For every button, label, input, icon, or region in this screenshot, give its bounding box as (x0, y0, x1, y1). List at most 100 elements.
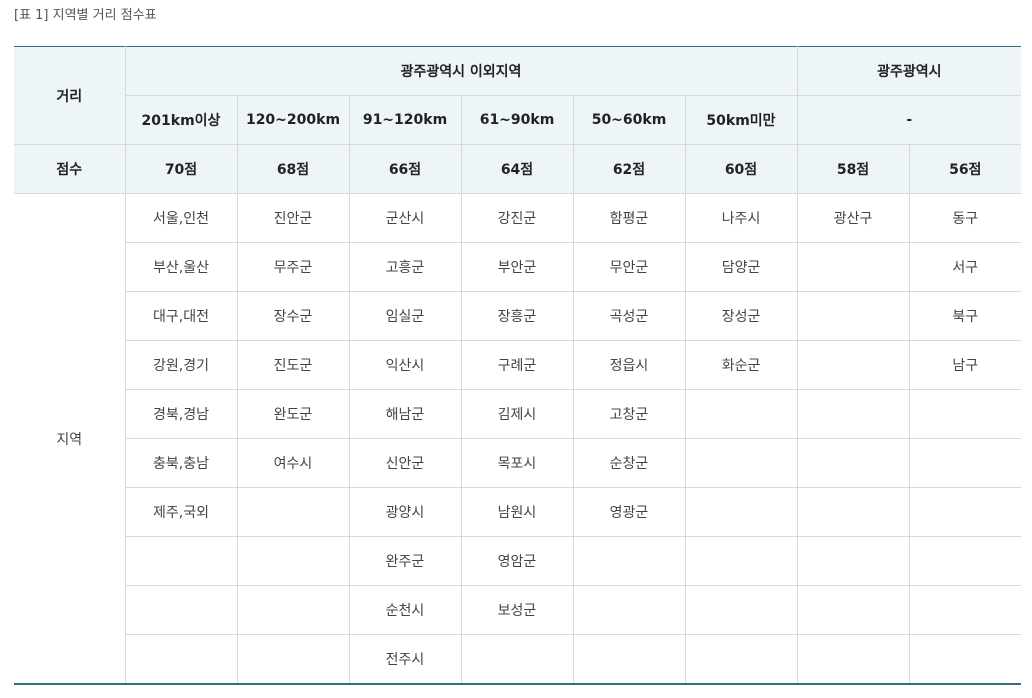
distance-header: 거리 (14, 46, 126, 145)
table-row: 전주시 (14, 634, 1022, 685)
region-cell (460, 634, 574, 685)
region-cell (908, 585, 1022, 635)
region-cell: 강진군 (460, 193, 574, 243)
region-cell: 부산,울산 (125, 242, 238, 292)
table-row: 지역 서울,인천 진안군 군산시 강진군 함평군 나주시 광산구 동구 (14, 193, 1022, 685)
score-cell: 56점 (908, 144, 1022, 194)
region-cell: 해남군 (348, 389, 462, 439)
region-cell: 무주군 (236, 242, 350, 292)
table-caption: [표 1] 지역별 거리 점수표 (14, 8, 157, 23)
score-cell: 70점 (124, 144, 238, 194)
region-cell (796, 291, 910, 341)
region-cell (572, 536, 686, 586)
region-cell: 광양시 (348, 487, 462, 537)
region-cell (125, 634, 238, 685)
region-cell: 신안군 (348, 438, 462, 488)
gwangju-distance-header: - (796, 95, 1022, 145)
region-cell: 대구,대전 (125, 291, 238, 341)
score-header: 점수 (14, 144, 126, 194)
region-cell (796, 389, 910, 439)
table-row: 대구,대전 장수군 임실군 장흥군 곡성군 장성군 북구 (14, 291, 1022, 341)
distance-range-header: 91~120km (348, 95, 462, 145)
score-cell: 64점 (460, 144, 574, 194)
score-cell: 68점 (236, 144, 350, 194)
region-cell (796, 585, 910, 635)
region-cell (796, 634, 910, 685)
header-row-distances: 201km이상 120~200km 91~120km 61~90km 50~60… (14, 95, 1022, 145)
region-cell (908, 438, 1022, 488)
region-cell: 보성군 (460, 585, 574, 635)
region-cell (908, 487, 1022, 537)
score-row: 점수 70점 68점 66점 64점 62점 60점 58점 56점 (14, 144, 1022, 194)
table-row: 제주,국외 광양시 남원시 영광군 (14, 487, 1022, 537)
score-cell: 66점 (348, 144, 462, 194)
score-cell: 60점 (684, 144, 798, 194)
region-cell (908, 536, 1022, 586)
region-cell (572, 634, 686, 685)
table-row: 강원,경기 진도군 익산시 구례군 정읍시 화순군 남구 (14, 340, 1022, 390)
region-cell: 고흥군 (348, 242, 462, 292)
region-cell (236, 634, 350, 685)
distance-range-header: 120~200km (236, 95, 350, 145)
region-cell (684, 487, 798, 537)
region-cell: 곡성군 (572, 291, 686, 341)
region-cell (684, 634, 798, 685)
region-cell: 임실군 (348, 291, 462, 341)
region-cell: 충북,충남 (125, 438, 238, 488)
region-cell (125, 585, 238, 635)
distance-range-header: 61~90km (460, 95, 574, 145)
region-cell: 화순군 (684, 340, 798, 390)
region-cell: 경북,경남 (125, 389, 238, 439)
header-row-groups: 거리 광주광역시 이외지역 광주광역시 (14, 46, 1022, 145)
region-cell (796, 340, 910, 390)
region-cell (684, 438, 798, 488)
region-cell: 함평군 (572, 193, 686, 243)
distance-score-table: 거리 광주광역시 이외지역 광주광역시 201km이상 120~200km 91… (14, 46, 1022, 685)
region-cell (684, 585, 798, 635)
region-cell: 군산시 (348, 193, 462, 243)
region-cell: 진안군 (236, 193, 350, 243)
table-row: 충북,충남 여수시 신안군 목포시 순창군 (14, 438, 1022, 488)
region-cell: 영암군 (460, 536, 574, 586)
region-cell (796, 438, 910, 488)
region-cell: 장흥군 (460, 291, 574, 341)
region-cell (684, 536, 798, 586)
region-cell: 완도군 (236, 389, 350, 439)
region-cell: 부안군 (460, 242, 574, 292)
region-cell (908, 389, 1022, 439)
region-cell (125, 536, 238, 586)
region-cell: 서울,인천 (124, 193, 238, 243)
region-cell: 장성군 (684, 291, 798, 341)
table-row: 부산,울산 무주군 고흥군 부안군 무안군 담양군 서구 (14, 242, 1022, 292)
distance-range-header: 50~60km (572, 95, 686, 145)
region-cell (684, 389, 798, 439)
group-header-gwangju: 광주광역시 (796, 46, 1022, 96)
region-cell: 순창군 (572, 438, 686, 488)
region-cell: 장수군 (236, 291, 350, 341)
region-cell: 김제시 (460, 389, 574, 439)
region-cell: 제주,국외 (125, 487, 238, 537)
region-cell: 고창군 (572, 389, 686, 439)
region-cell: 익산시 (348, 340, 462, 390)
region-cell (796, 536, 910, 586)
region-cell: 남원시 (460, 487, 574, 537)
region-cell: 동구 (908, 193, 1022, 243)
region-cell (796, 487, 910, 537)
distance-range-header: 50km미만 (684, 95, 798, 145)
region-cell (236, 487, 350, 537)
region-cell: 완주군 (348, 536, 462, 586)
region-cell: 전주시 (348, 634, 462, 685)
region-cell (236, 536, 350, 586)
region-cell: 영광군 (572, 487, 686, 537)
region-cell: 정읍시 (572, 340, 686, 390)
region-cell: 강원,경기 (125, 340, 238, 390)
region-cell: 구례군 (460, 340, 574, 390)
region-cell: 서구 (908, 242, 1022, 292)
region-cell: 나주시 (684, 193, 798, 243)
region-cell: 광산구 (796, 193, 910, 243)
region-cell (236, 585, 350, 635)
table-row: 완주군 영암군 (14, 536, 1022, 586)
group-header-outside-gwangju: 광주광역시 이외지역 (124, 46, 798, 96)
region-header: 지역 (14, 193, 126, 685)
region-cell: 담양군 (684, 242, 798, 292)
